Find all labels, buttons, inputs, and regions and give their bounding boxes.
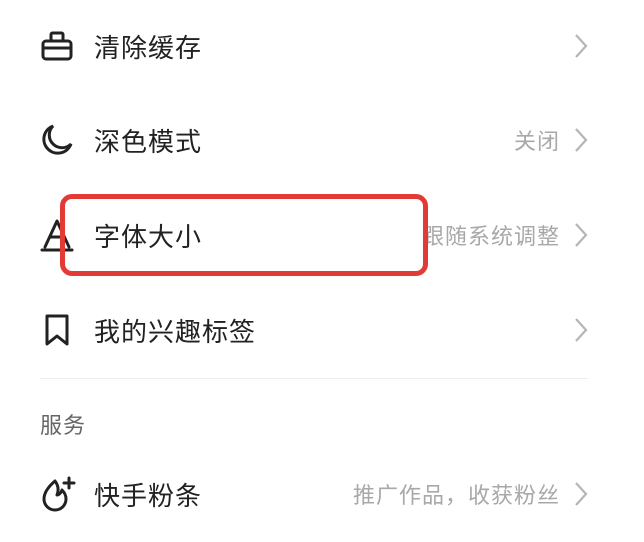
settings-row-font-size[interactable]: 字体大小 跟随系统调整	[0, 203, 644, 267]
font-size-icon	[38, 216, 76, 254]
section-divider	[40, 378, 588, 379]
chevron-right-icon	[570, 31, 592, 61]
moon-icon	[38, 121, 76, 159]
settings-row-label: 字体大小	[94, 222, 203, 253]
settings-row-label: 清除缓存	[94, 33, 203, 64]
service-row-fentiao[interactable]: 快手粉条 推广作品，收获粉丝	[0, 462, 644, 526]
settings-row-interest-tags[interactable]: 我的兴趣标签	[0, 298, 644, 362]
settings-row-dark-mode[interactable]: 深色模式 关闭	[0, 108, 644, 172]
chevron-right-icon	[570, 479, 592, 509]
settings-row-value: 跟随系统调整	[421, 225, 560, 250]
service-row-label: 快手粉条	[94, 481, 203, 512]
settings-row-label: 深色模式	[94, 127, 203, 158]
bookmark-icon	[38, 311, 76, 349]
chevron-right-icon	[570, 220, 592, 250]
settings-row-label: 我的兴趣标签	[94, 317, 257, 348]
service-row-value: 推广作品，收获粉丝	[352, 484, 560, 509]
chevron-right-icon	[570, 315, 592, 345]
chevron-right-icon	[570, 125, 592, 155]
cleaning-icon	[38, 27, 76, 65]
flame-plus-icon	[38, 475, 76, 513]
section-title-services: 服务	[40, 414, 87, 439]
settings-row-value: 关闭	[513, 130, 560, 155]
settings-row-clear-cache[interactable]: 清除缓存	[0, 14, 644, 78]
